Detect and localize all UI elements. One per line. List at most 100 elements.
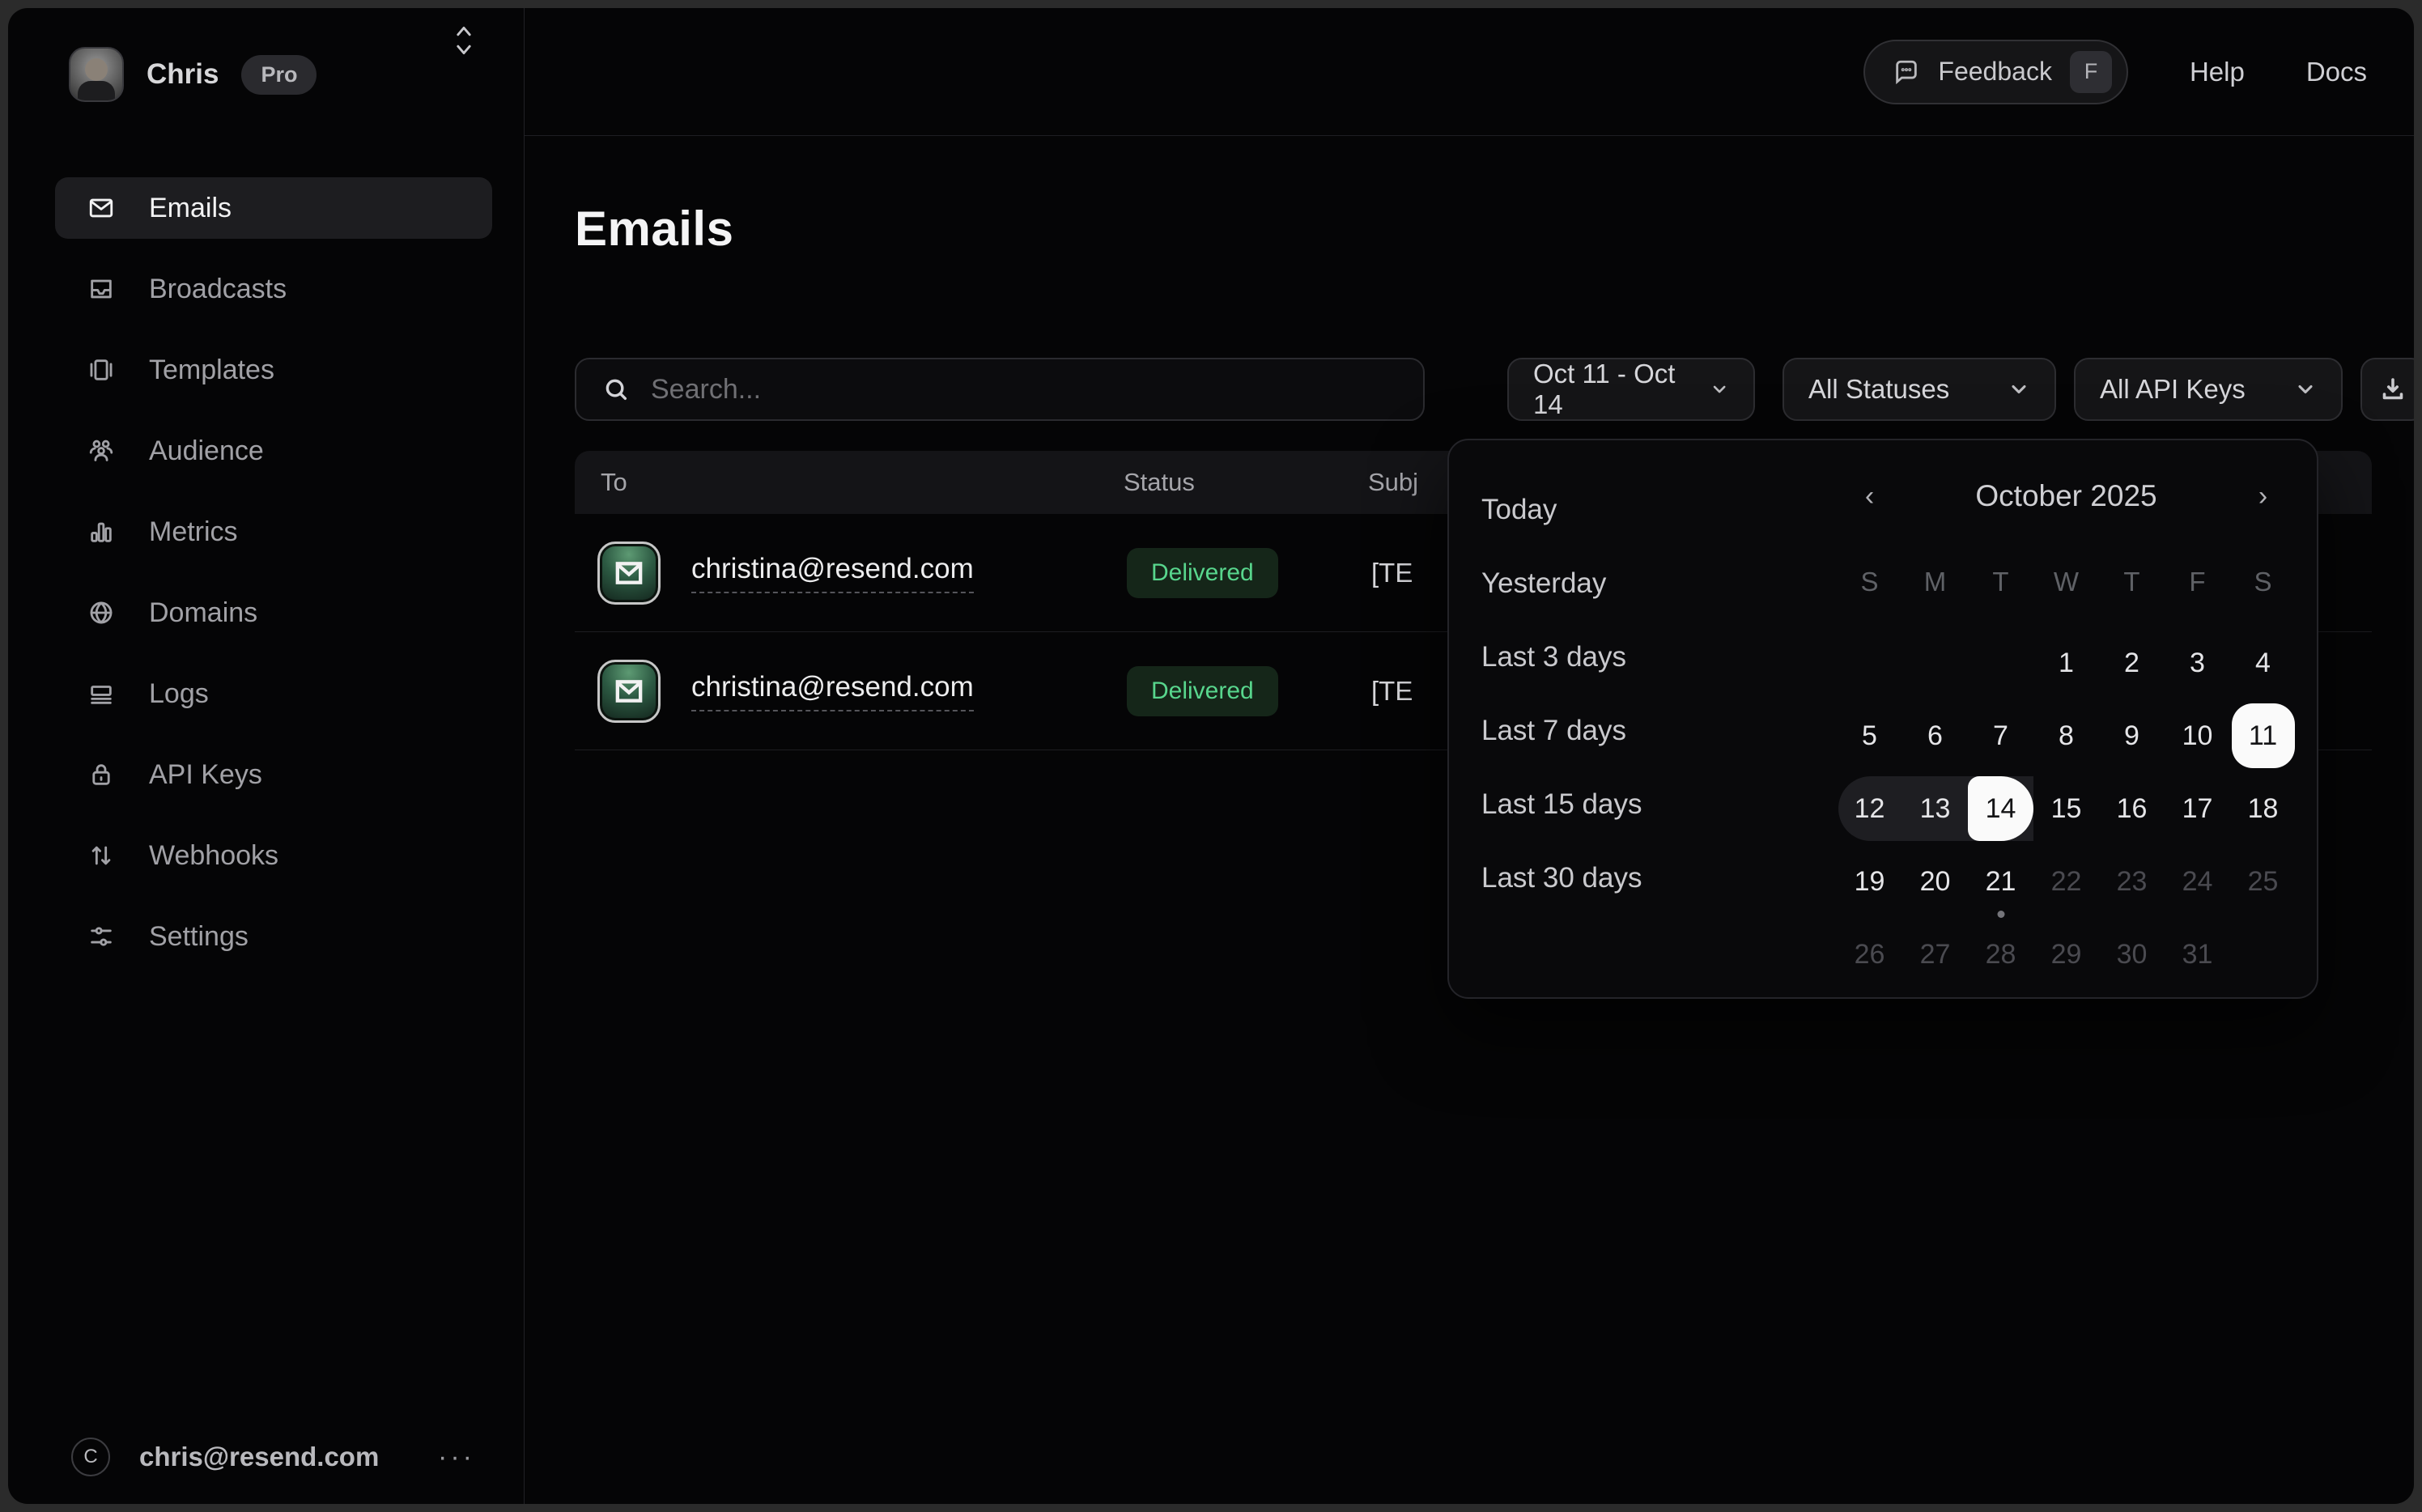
- sidebar-item-logs[interactable]: Logs: [55, 663, 492, 724]
- docs-link[interactable]: Docs: [2306, 57, 2367, 87]
- chevron-down-icon: [1710, 378, 1729, 401]
- sidebar-item-settings[interactable]: Settings: [55, 906, 492, 967]
- calendar-day-10[interactable]: 10: [2165, 699, 2230, 772]
- calendar-day-7[interactable]: 7: [1968, 699, 2033, 772]
- calendar-day-15[interactable]: 15: [2033, 772, 2099, 845]
- api-key-filter[interactable]: All API Keys: [2074, 358, 2343, 421]
- date-range-filter[interactable]: Oct 11 - Oct 14: [1507, 358, 1755, 421]
- sidebar-item-api-keys[interactable]: API Keys: [55, 744, 492, 805]
- calendar-day-1[interactable]: 1: [2033, 626, 2099, 699]
- export-button[interactable]: [2360, 358, 2414, 421]
- sidebar-item-metrics[interactable]: Metrics: [55, 501, 492, 563]
- sidebar: Chris Pro Emails Broadcasts Templates: [8, 8, 525, 1504]
- help-link[interactable]: Help: [2190, 57, 2245, 87]
- inbox-icon: [87, 275, 115, 303]
- calendar-day-5[interactable]: 5: [1837, 699, 1902, 772]
- calendar-day-13[interactable]: 13: [1902, 772, 1968, 845]
- status-badge: Delivered: [1127, 666, 1278, 716]
- search-icon: [602, 376, 630, 403]
- download-icon: [2378, 375, 2407, 404]
- sidebar-nav: Emails Broadcasts Templates Audience Met…: [55, 177, 492, 987]
- sidebar-item-label: Emails: [149, 193, 232, 224]
- calendar-day-2[interactable]: 2: [2099, 626, 2165, 699]
- sidebar-item-webhooks[interactable]: Webhooks: [55, 825, 492, 886]
- date-preset-last-30-days[interactable]: Last 30 days: [1481, 841, 1789, 915]
- calendar-day-12[interactable]: 12: [1837, 772, 1902, 845]
- weekday-label: T: [1968, 554, 2033, 610]
- sidebar-item-emails[interactable]: Emails: [55, 177, 492, 239]
- calendar-day-18[interactable]: 18: [2230, 772, 2296, 845]
- weekday-label: S: [2230, 554, 2296, 610]
- date-preset-last-15-days[interactable]: Last 15 days: [1481, 767, 1789, 841]
- sidebar-item-label: Webhooks: [149, 840, 278, 872]
- app-window: Chris Pro Emails Broadcasts Templates: [8, 8, 2414, 1504]
- date-range-value: Oct 11 - Oct 14: [1533, 359, 1689, 420]
- calendar-day-6[interactable]: 6: [1902, 699, 1968, 772]
- sidebar-item-templates[interactable]: Templates: [55, 339, 492, 401]
- status-filter-value: All Statuses: [1808, 374, 1949, 405]
- column-header-to: To: [575, 468, 1124, 497]
- date-preset-yesterday[interactable]: Yesterday: [1481, 546, 1789, 620]
- calendar-day-29[interactable]: 29: [2033, 918, 2099, 991]
- account-footer[interactable]: C chris@resend.com ···: [8, 1426, 524, 1504]
- calendar-day-20[interactable]: 20: [1902, 845, 1968, 918]
- chevron-up-down-icon[interactable]: [452, 21, 476, 64]
- calendar-day-23[interactable]: 23: [2099, 845, 2165, 918]
- search-input[interactable]: Search...: [575, 358, 1425, 421]
- page-title: Emails: [575, 201, 733, 257]
- arrows-up-down-icon: [87, 842, 115, 869]
- calendar-day-9[interactable]: 9: [2099, 699, 2165, 772]
- calendar-day-22[interactable]: 22: [2033, 845, 2099, 918]
- calendar-day-26[interactable]: 26: [1837, 918, 1902, 991]
- sidebar-item-broadcasts[interactable]: Broadcasts: [55, 258, 492, 320]
- date-preset-last-3-days[interactable]: Last 3 days: [1481, 620, 1789, 694]
- calendar-month-label: October 2025: [1975, 479, 2156, 513]
- calendar-day-30[interactable]: 30: [2099, 918, 2165, 991]
- sidebar-item-label: Settings: [149, 921, 249, 953]
- feedback-label: Feedback: [1938, 57, 2052, 87]
- date-preset-today[interactable]: Today: [1481, 473, 1789, 546]
- calendar-day-8[interactable]: 8: [2033, 699, 2099, 772]
- envelope-icon: [87, 194, 115, 222]
- calendar-day-28[interactable]: 28: [1968, 918, 2033, 991]
- calendar-day-14[interactable]: 14: [1968, 772, 2033, 845]
- account-menu-icon[interactable]: ···: [438, 1442, 475, 1473]
- account-email: chris@resend.com: [139, 1442, 438, 1472]
- date-preset-last-7-days[interactable]: Last 7 days: [1481, 694, 1789, 767]
- calendar-day-11[interactable]: 11: [2230, 699, 2296, 772]
- calendar-day-31[interactable]: 31: [2165, 918, 2230, 991]
- recipient-email[interactable]: christina@resend.com: [691, 553, 974, 593]
- calendar-grid: SMTWTFS123456789101112131415161718192021…: [1837, 554, 2296, 991]
- globe-icon: [87, 599, 115, 626]
- plan-badge: Pro: [241, 55, 317, 95]
- weekday-label: S: [1837, 554, 1902, 610]
- next-month-icon[interactable]: ›: [2230, 481, 2296, 512]
- sidebar-item-domains[interactable]: Domains: [55, 582, 492, 643]
- feedback-shortcut-badge: F: [2070, 51, 2112, 93]
- weekday-label: F: [2165, 554, 2230, 610]
- calendar-day-16[interactable]: 16: [2099, 772, 2165, 845]
- calendar-day-4[interactable]: 4: [2230, 626, 2296, 699]
- chevron-down-icon: [2294, 378, 2317, 401]
- email-type-icon: [597, 660, 661, 723]
- calendar-day-25[interactable]: 25: [2230, 845, 2296, 918]
- prev-month-icon[interactable]: ‹: [1837, 481, 1902, 512]
- calendar-day-3[interactable]: 3: [2165, 626, 2230, 699]
- calendar-day-24[interactable]: 24: [2165, 845, 2230, 918]
- account-avatar: C: [71, 1438, 110, 1476]
- recipient-email[interactable]: christina@resend.com: [691, 671, 974, 711]
- user-name: Chris: [147, 58, 219, 91]
- sidebar-item-label: API Keys: [149, 759, 262, 791]
- weekday-label: W: [2033, 554, 2099, 610]
- calendar-empty-cell: [2230, 918, 2296, 991]
- calendar-day-21[interactable]: 21: [1968, 845, 2033, 918]
- feedback-button[interactable]: Feedback F: [1863, 40, 2128, 104]
- status-filter[interactable]: All Statuses: [1783, 358, 2056, 421]
- sidebar-item-audience[interactable]: Audience: [55, 420, 492, 482]
- calendar-day-27[interactable]: 27: [1902, 918, 1968, 991]
- workspace-switcher[interactable]: Chris Pro: [69, 47, 317, 102]
- date-range-popup: TodayYesterdayLast 3 daysLast 7 daysLast…: [1447, 439, 2318, 999]
- calendar-day-19[interactable]: 19: [1837, 845, 1902, 918]
- calendar-day-17[interactable]: 17: [2165, 772, 2230, 845]
- chevron-down-icon: [2008, 378, 2030, 401]
